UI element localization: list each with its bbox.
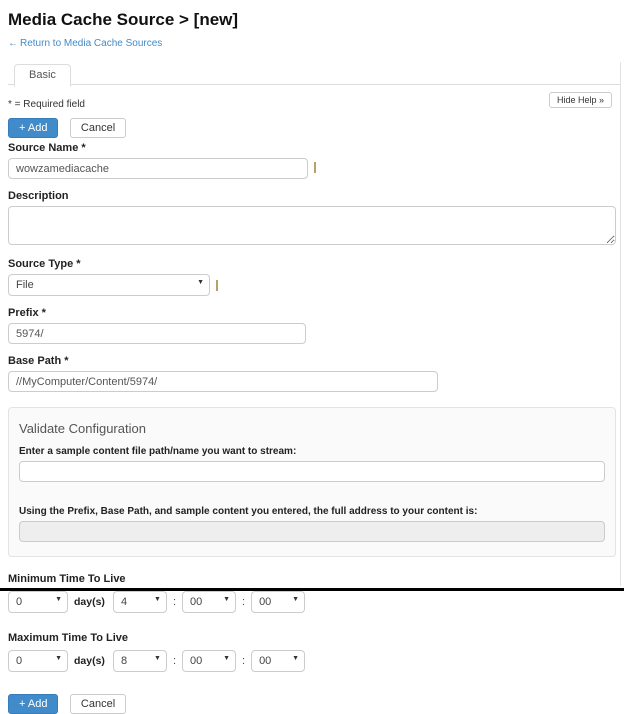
max-ttl-seconds-select[interactable]: 00 xyxy=(251,650,305,672)
sample-content-input[interactable] xyxy=(19,461,605,482)
top-button-row: + Add Cancel xyxy=(8,118,624,138)
page-right-border xyxy=(620,62,621,586)
source-type-label: Source Type * xyxy=(8,258,624,270)
bottom-button-row: + Add Cancel xyxy=(8,694,624,714)
page-title: Media Cache Source > [new] xyxy=(8,10,624,30)
help-divider-tick xyxy=(216,280,218,291)
prefix-input[interactable] xyxy=(8,323,306,344)
add-button-bottom[interactable]: + Add xyxy=(8,694,58,714)
min-ttl-hours-wrap: 4▼ xyxy=(113,591,167,613)
source-name-label: Source Name * xyxy=(8,142,624,154)
min-ttl-days-wrap: 0▼ xyxy=(8,591,68,613)
description-label: Description xyxy=(8,190,624,202)
full-address-output xyxy=(19,521,605,542)
validate-configuration-panel: Validate Configuration Enter a sample co… xyxy=(8,407,616,557)
base-path-label: Base Path * xyxy=(8,355,624,367)
cancel-button-bottom[interactable]: Cancel xyxy=(70,694,126,714)
full-address-label: Using the Prefix, Base Path, and sample … xyxy=(19,506,605,517)
max-ttl-label: Maximum Time To Live xyxy=(8,632,624,644)
source-type-select-wrap: File▼ xyxy=(8,274,210,296)
hide-help-button[interactable]: Hide Help » xyxy=(549,92,612,108)
add-button-top[interactable]: + Add xyxy=(8,118,58,138)
plus-icon: + xyxy=(19,122,25,134)
back-arrow-icon: ← xyxy=(8,38,18,49)
max-ttl-minutes-wrap: 00▼ xyxy=(182,650,236,672)
required-field-note: * = Required field xyxy=(8,99,85,110)
back-link-label: Return to Media Cache Sources xyxy=(20,38,162,49)
min-ttl-hours-select[interactable]: 4 xyxy=(113,591,167,613)
max-ttl-days-wrap: 0▼ xyxy=(8,650,68,672)
min-ttl-minutes-select[interactable]: 00 xyxy=(182,591,236,613)
max-ttl-seconds-wrap: 00▼ xyxy=(251,650,305,672)
cancel-button-top[interactable]: Cancel xyxy=(70,118,126,138)
description-textarea[interactable] xyxy=(8,206,616,245)
min-ttl-minutes-wrap: 00▼ xyxy=(182,591,236,613)
help-divider-tick xyxy=(314,162,316,173)
min-ttl-label: Minimum Time To Live xyxy=(8,573,624,585)
source-name-input[interactable] xyxy=(8,158,308,179)
screenshot-bottom-edge xyxy=(0,588,624,591)
validate-configuration-title: Validate Configuration xyxy=(19,421,605,436)
min-ttl-row: 0▼ day(s) 4▼ : 00▼ : 00▼ xyxy=(8,591,624,613)
max-ttl-hours-select[interactable]: 8 xyxy=(113,650,167,672)
sample-content-label: Enter a sample content file path/name yo… xyxy=(19,446,605,457)
add-button-label: Add xyxy=(28,698,48,710)
back-to-media-cache-sources-link[interactable]: ←Return to Media Cache Sources xyxy=(8,38,162,49)
page-content: Media Cache Source > [new] ←Return to Me… xyxy=(0,0,624,714)
prefix-label: Prefix * xyxy=(8,307,624,319)
note-row: * = Required field Hide Help » xyxy=(8,94,624,110)
tab-basic[interactable]: Basic xyxy=(14,64,71,87)
min-ttl-seconds-select[interactable]: 00 xyxy=(251,591,305,613)
source-type-select[interactable]: File xyxy=(8,274,210,296)
plus-icon: + xyxy=(19,698,25,710)
min-ttl-seconds-wrap: 00▼ xyxy=(251,591,305,613)
ttl-colon: : xyxy=(173,655,176,667)
min-ttl-days-suffix: day(s) xyxy=(74,596,105,608)
max-ttl-days-suffix: day(s) xyxy=(74,655,105,667)
ttl-colon: : xyxy=(173,596,176,608)
min-ttl-days-select[interactable]: 0 xyxy=(8,591,68,613)
max-ttl-hours-wrap: 8▼ xyxy=(113,650,167,672)
max-ttl-row: 0▼ day(s) 8▼ : 00▼ : 00▼ xyxy=(8,650,624,672)
ttl-colon: : xyxy=(242,655,245,667)
add-button-label: Add xyxy=(28,122,48,134)
max-ttl-minutes-select[interactable]: 00 xyxy=(182,650,236,672)
ttl-colon: : xyxy=(242,596,245,608)
tab-bar: Basic xyxy=(8,63,621,85)
max-ttl-days-select[interactable]: 0 xyxy=(8,650,68,672)
base-path-input[interactable] xyxy=(8,371,438,392)
